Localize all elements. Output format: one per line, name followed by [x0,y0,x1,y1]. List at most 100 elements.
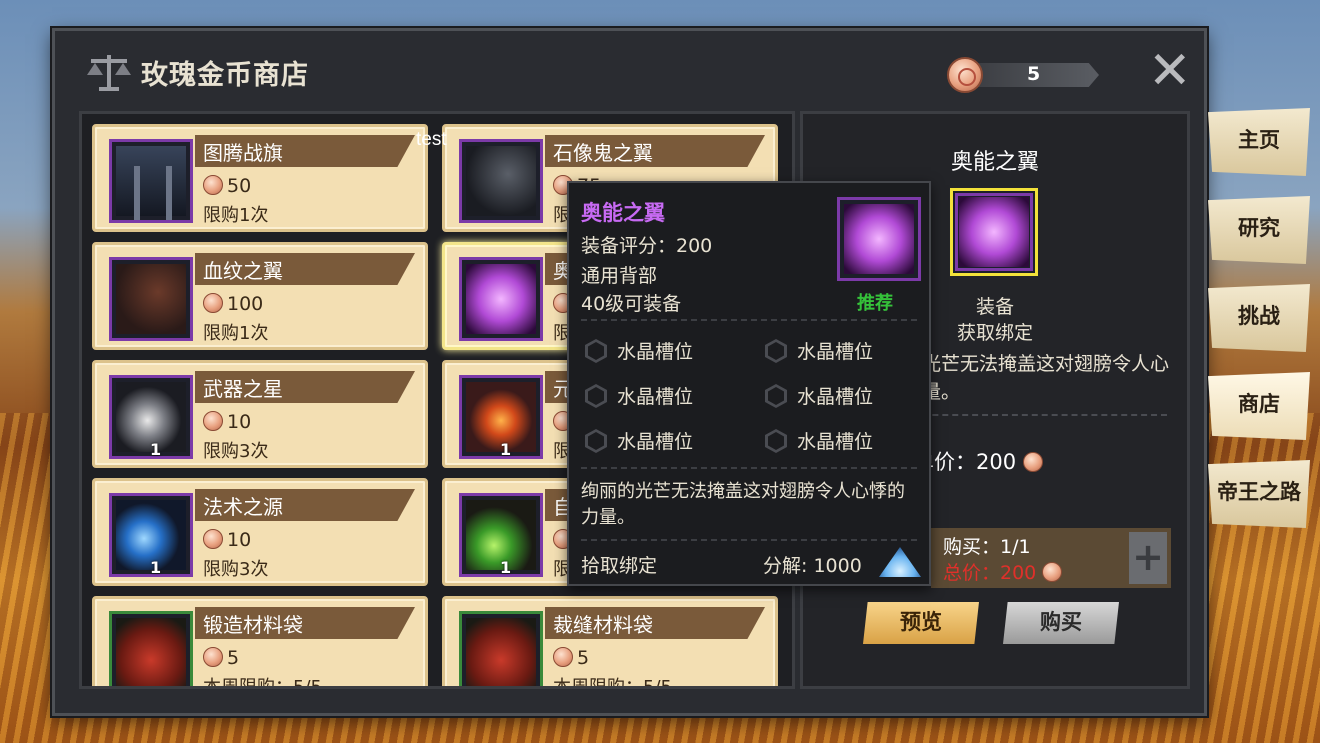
tab-home[interactable]: 主页 [1208,108,1310,176]
item-price: 10 [203,529,251,551]
wing-icon [116,264,186,334]
currency-count: 5 [1027,63,1041,85]
item-icon: 1 [459,375,543,459]
item-icon [459,611,543,686]
crystal-slot-icon [765,384,787,408]
item-price: 10 [203,411,251,433]
item-limit: 限购3次 [203,559,269,580]
level-requirement: 40级可装备 [581,293,682,315]
item-name: 血纹之翼 [203,259,283,283]
item-icon: 1 [109,493,193,577]
item-card-weapon-star[interactable]: 1 武器之星 10 限购3次 [92,360,428,468]
item-limit: 限购3次 [203,441,269,462]
item-quantity: 1 [500,440,512,459]
coin-icon [203,175,223,195]
quantity-box: 购买：1/1 总价：200 + [931,528,1171,588]
title-bar: 玫瑰金币商店 5 ✕ [55,31,1204,109]
coin-icon [203,529,223,549]
currency-display: 5 [947,57,1107,93]
item-icon: 1 [109,375,193,459]
coin-icon [203,411,223,431]
divider [581,467,917,469]
debug-label: test [416,129,447,150]
item-name: 图腾战旗 [203,141,283,165]
detail-item-icon [950,188,1038,276]
item-card-totem-banner[interactable]: 图腾战旗 50 限购1次 [92,124,428,232]
coin-icon [553,647,573,667]
banner-icon [116,146,186,220]
item-tooltip: 奥能之翼 装备评分：200 通用背部 40级可装备 推荐 水晶槽位 水晶槽位 水… [567,181,931,586]
detail-item-name: 奥能之翼 [950,150,1039,175]
coin-icon [1022,452,1043,472]
coin-icon [203,647,223,667]
equipment-slot-type: 通用背部 [581,265,658,287]
item-icon [459,139,543,223]
item-name: 裁缝材料袋 [553,613,653,637]
tab-challenge[interactable]: 挑战 [1208,284,1310,352]
coin-icon [203,293,223,313]
tooltip-item-name: 奥能之翼 [581,201,665,225]
increase-quantity-button[interactable]: + [1129,532,1167,584]
divider [581,539,917,541]
tab-research[interactable]: 研究 [1208,196,1310,264]
item-price: 5 [553,647,589,669]
rose-coin-icon [947,57,983,93]
arcane-wing-icon [466,264,536,334]
unit-price: 单价：200 [913,446,1047,476]
scales-icon [87,55,131,91]
crystal-slot: 水晶槽位 [585,337,693,364]
crystal-slot: 水晶槽位 [765,382,873,409]
tab-shop[interactable]: 商店 [1208,372,1310,440]
item-icon [109,611,193,686]
item-name: 锻造材料袋 [203,613,303,637]
item-card-blood-wings[interactable]: 血纹之翼 100 限购1次 [92,242,428,350]
crystal-slot: 水晶槽位 [585,382,693,409]
coin-icon [1042,562,1063,582]
decompose-value: 分解: 1000 [763,555,862,577]
crystal-slot-icon [585,339,607,363]
item-quantity: 1 [150,558,162,577]
item-price: 50 [203,175,251,197]
item-price: 100 [203,293,263,315]
crystal-slot-icon [585,429,607,453]
item-card-tailor-bag[interactable]: 裁缝材料袋 5 本周限购：5/5 [442,596,778,689]
purchase-count: 购买：1/1 [943,536,1031,558]
crystal-dust-icon [879,547,921,577]
tooltip-item-icon [837,197,921,281]
item-icon [459,257,543,341]
item-card-spell-source[interactable]: 1 法术之源 10 限购3次 [92,478,428,586]
preview-button[interactable]: 预览 [863,602,979,644]
item-name: 法术之源 [203,495,283,519]
crystal-slot-icon [765,339,787,363]
close-button[interactable]: ✕ [1148,45,1192,97]
equipment-score: 装备评分：200 [581,235,713,257]
item-name: 武器之星 [203,377,283,401]
divider [581,319,917,321]
item-limit: 限购1次 [203,205,269,226]
arcane-wing-icon [959,197,1029,267]
item-limit: 限购1次 [203,323,269,344]
item-icon [109,257,193,341]
tooltip-description: 绚丽的光芒无法掩盖这对翅膀令人心悸的力量。 [581,481,905,528]
item-price: 5 [203,647,239,669]
item-icon: 1 [459,493,543,577]
material-bag-icon [116,618,186,686]
item-limit: 本周限购：5/5 [553,677,672,689]
total-price: 总价：200 [943,558,1066,585]
shop-title: 玫瑰金币商店 [141,60,309,91]
buy-button[interactable]: 购买 [1003,602,1119,644]
crystal-slot: 水晶槽位 [765,337,873,364]
recommend-tag: 推荐 [857,293,893,314]
crystal-slot-icon [765,429,787,453]
material-bag-icon [466,618,536,686]
item-quantity: 1 [500,558,512,577]
item-limit: 本周限购：5/5 [203,677,322,689]
wing-icon [466,146,536,216]
item-card-forge-bag[interactable]: 锻造材料袋 5 本周限购：5/5 [92,596,428,689]
crystal-slot: 水晶槽位 [765,427,873,454]
item-quantity: 1 [150,440,162,459]
bind-type: 拾取绑定 [581,555,658,577]
item-icon [109,139,193,223]
tab-emperor-road[interactable]: 帝王之路 [1208,460,1310,528]
item-name: 石像鬼之翼 [553,141,653,165]
